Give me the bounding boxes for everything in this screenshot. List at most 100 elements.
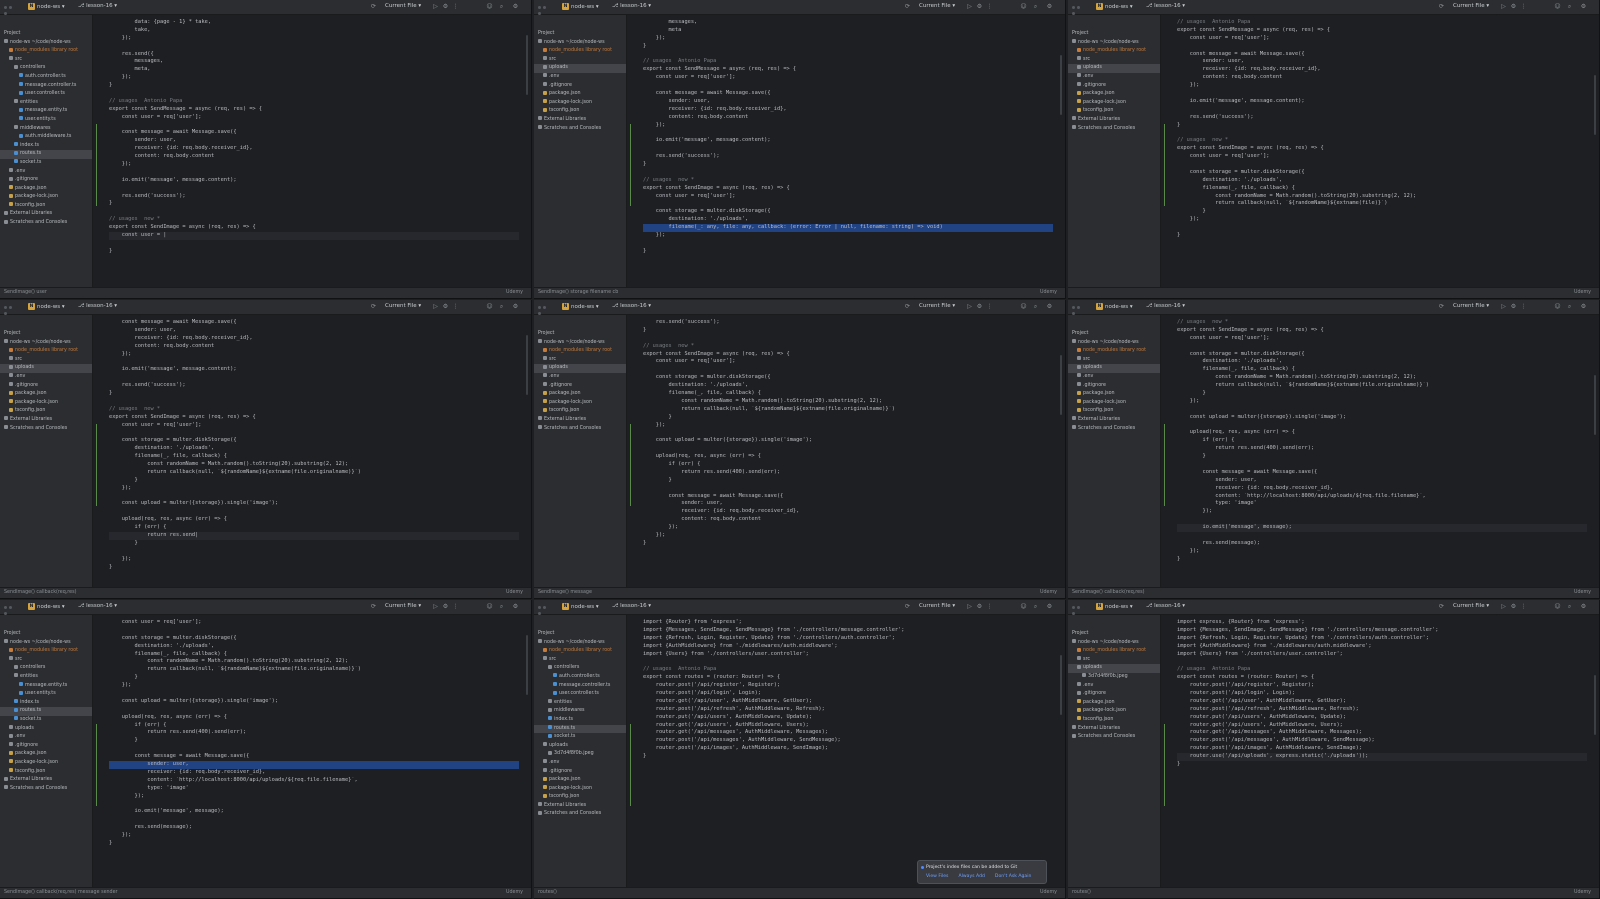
tree-item[interactable]: External Libraries	[534, 116, 626, 125]
tree-item[interactable]: socket.ts	[534, 733, 626, 742]
search-icon[interactable]: ⌕	[498, 3, 505, 10]
tree-item[interactable]: External Libraries	[0, 416, 92, 425]
tree-item[interactable]: package.json	[1068, 699, 1160, 708]
tree-item[interactable]: src	[0, 656, 92, 665]
tree-item[interactable]: src	[534, 656, 626, 665]
tree-item[interactable]: node-ws ~/code/node-ws	[534, 39, 626, 48]
tree-item[interactable]: package-lock.json	[534, 785, 626, 794]
editor-scrollbar[interactable]	[1060, 655, 1062, 715]
tree-item[interactable]: user.controller.ts	[0, 90, 92, 99]
tree-item[interactable]: entities	[534, 699, 626, 708]
refresh-icon[interactable]: ⟳	[904, 603, 911, 610]
code-editor[interactable]: import {Router} from 'express'; import {M…	[627, 615, 1065, 888]
tree-item[interactable]: tsconfig.json	[0, 768, 92, 777]
run-icon[interactable]: ▷	[432, 603, 439, 610]
tree-item[interactable]: External Libraries	[534, 802, 626, 811]
tree-item[interactable]: .env	[1068, 73, 1160, 82]
user-icon[interactable]: ☺	[1020, 303, 1027, 310]
user-icon[interactable]: ☺	[1554, 3, 1561, 10]
breadcrumb[interactable]: routes()	[1072, 890, 1091, 895]
window-control-dot[interactable]	[1077, 306, 1080, 309]
code-area[interactable]: const message = await Message.save({ sen…	[109, 319, 519, 572]
code-editor[interactable]: // usages new * export const SendImage = …	[1161, 315, 1599, 588]
code-area[interactable]: messages, meta });} // usages Antonio Pap…	[643, 19, 1053, 256]
run-icon[interactable]: ▷	[1500, 3, 1507, 10]
branch-selector[interactable]: ⎇ lesson-16 ▾	[78, 303, 117, 309]
tree-item[interactable]: Project	[0, 30, 92, 39]
tree-item[interactable]: src	[0, 356, 92, 365]
search-icon[interactable]: ⌕	[498, 603, 505, 610]
run-icon[interactable]: ▷	[1500, 303, 1507, 310]
project-selector[interactable]: Nnode-ws ▾	[28, 603, 65, 610]
tree-item[interactable]: .env	[534, 73, 626, 82]
tree-item[interactable]: 3d7d4f8f0b.jpeg	[534, 750, 626, 759]
breadcrumb[interactable]: SendImage() message	[538, 590, 592, 595]
tree-item[interactable]: package-lock.json	[1068, 399, 1160, 408]
refresh-icon[interactable]: ⟳	[370, 303, 377, 310]
more-icon[interactable]: ⋮	[452, 603, 459, 610]
notification-action-link[interactable]: View Files	[926, 874, 948, 879]
tree-item[interactable]: tsconfig.json	[534, 793, 626, 802]
gear-icon[interactable]: ⚙	[1046, 303, 1053, 310]
tree-item[interactable]: .gitignore	[1068, 382, 1160, 391]
window-controls[interactable]	[4, 305, 18, 315]
tree-item[interactable]: 3d7d4f8f0b.jpeg	[1068, 673, 1160, 682]
window-controls[interactable]	[1072, 305, 1086, 315]
refresh-icon[interactable]: ⟳	[904, 3, 911, 10]
tree-item[interactable]: message.controller.ts	[534, 682, 626, 691]
editor-scrollbar[interactable]	[526, 335, 528, 395]
tree-item[interactable]: .gitignore	[0, 382, 92, 391]
tree-item[interactable]: socket.ts	[0, 159, 92, 168]
tree-item[interactable]: .gitignore	[0, 742, 92, 751]
code-area[interactable]: import express, {Router} from 'express';…	[1177, 619, 1587, 769]
tree-item[interactable]: src	[534, 356, 626, 365]
tree-item[interactable]: node_modules library root	[534, 347, 626, 356]
breadcrumb[interactable]: SendImage() storage filename cb	[538, 290, 618, 295]
tree-item[interactable]: package.json	[1068, 390, 1160, 399]
run-config-selector[interactable]: Current File ▾	[1453, 603, 1489, 609]
window-control-dot[interactable]	[4, 6, 7, 9]
tree-item[interactable]: entities	[0, 673, 92, 682]
gear-icon[interactable]: ⚙	[512, 603, 519, 610]
tree-item[interactable]: user.entity.ts	[0, 690, 92, 699]
project-selector[interactable]: Nnode-ws ▾	[1096, 303, 1133, 310]
run-config-selector[interactable]: Current File ▾	[385, 603, 421, 609]
tree-item[interactable]: src	[1068, 656, 1160, 665]
tree-item[interactable]: .gitignore	[534, 382, 626, 391]
tree-item[interactable]: middlewares	[0, 125, 92, 134]
window-control-dot[interactable]	[538, 6, 541, 9]
search-icon[interactable]: ⌕	[1566, 603, 1573, 610]
tree-item[interactable]: controllers	[534, 664, 626, 673]
tree-item[interactable]: tsconfig.json	[1068, 716, 1160, 725]
tree-item[interactable]: node_modules library root	[0, 647, 92, 656]
tree-item[interactable]: uploads	[534, 64, 626, 73]
run-icon[interactable]: ▷	[966, 303, 973, 310]
tree-item[interactable]: middlewares	[534, 707, 626, 716]
more-icon[interactable]: ⋮	[1520, 3, 1527, 10]
window-control-dot[interactable]	[9, 306, 12, 309]
code-area[interactable]: data: {page - 1} * take, take, }); res.s…	[109, 19, 519, 256]
tree-item[interactable]: Project	[0, 330, 92, 339]
tree-item[interactable]: .env	[0, 733, 92, 742]
code-area[interactable]: const user = req['user']; const storage …	[109, 619, 519, 848]
search-icon[interactable]: ⌕	[1032, 603, 1039, 610]
tree-item[interactable]: package-lock.json	[534, 99, 626, 108]
code-editor[interactable]: data: {page - 1} * take, take, }); res.s…	[93, 15, 531, 288]
tree-item[interactable]: Scratches and Consoles	[1068, 425, 1160, 434]
tree-item[interactable]: Scratches and Consoles	[1068, 733, 1160, 742]
tree-item[interactable]: node-ws ~/code/node-ws	[534, 639, 626, 648]
breadcrumb[interactable]: SendImage() callback(req,res) message se…	[4, 890, 118, 895]
tree-item[interactable]: user.controller.ts	[534, 690, 626, 699]
gear-icon[interactable]: ⚙	[512, 3, 519, 10]
tree-item[interactable]: package.json	[1068, 90, 1160, 99]
tree-item[interactable]: package.json	[0, 750, 92, 759]
code-area[interactable]: // usages new * export const SendImage = …	[1177, 319, 1587, 564]
tree-item[interactable]: .gitignore	[534, 82, 626, 91]
search-icon[interactable]: ⌕	[1566, 303, 1573, 310]
debug-icon[interactable]: ⚙	[442, 303, 449, 310]
code-editor[interactable]: // usages Antonio Papa export const SendM…	[1161, 15, 1599, 288]
user-icon[interactable]: ☺	[1020, 603, 1027, 610]
tree-item[interactable]: index.ts	[0, 699, 92, 708]
project-selector[interactable]: Nnode-ws ▾	[1096, 603, 1133, 610]
tree-item[interactable]: node_modules library root	[1068, 47, 1160, 56]
